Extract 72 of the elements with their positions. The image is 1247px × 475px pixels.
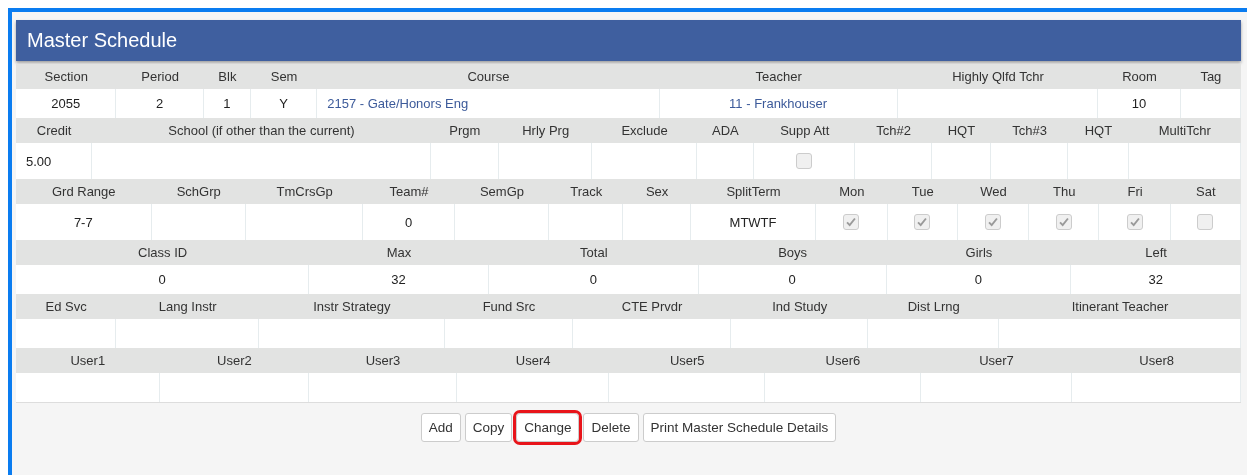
column-header: Sem (250, 64, 318, 89)
column-header: SchGrp (151, 179, 246, 204)
column-header: Fri (1099, 179, 1171, 204)
column-header: SemGp (454, 179, 550, 204)
column-header: School (if other than the current) (92, 118, 431, 143)
column-header: Exclude (592, 118, 697, 143)
action-button[interactable]: Delete (583, 413, 639, 442)
column-header: Ed Svc (16, 294, 117, 319)
action-button[interactable]: Copy (464, 413, 513, 442)
column-header: Sex (623, 179, 691, 204)
column-header: User1 (16, 348, 160, 373)
column-header: Itinerant Teacher (999, 294, 1241, 319)
column-header: Class ID (16, 240, 310, 265)
column-header: HQT (931, 118, 991, 143)
action-button[interactable]: Print Master Schedule Details (642, 413, 837, 442)
action-button[interactable]: Add (420, 413, 461, 442)
column-header: Supp Att (754, 118, 856, 143)
column-header: Section (16, 64, 117, 89)
record-link[interactable]: 2157 - Gate/Honors Eng (327, 96, 469, 111)
column-header: User3 (309, 348, 457, 373)
column-header: Max (309, 240, 489, 265)
column-header: Mon (816, 179, 888, 204)
column-header: ADA (696, 118, 754, 143)
column-header: User5 (609, 348, 766, 373)
column-header: User8 (1072, 348, 1241, 373)
column-header: Period (116, 64, 204, 89)
column-header: Room (1098, 64, 1181, 89)
checkbox[interactable] (914, 214, 931, 230)
column-header: Tue (887, 179, 958, 204)
column-header: Highly Qlfd Tchr (897, 64, 1099, 89)
column-header: Tag (1180, 64, 1241, 89)
column-header: Lang Instr (116, 294, 259, 319)
column-header: Total (488, 240, 699, 265)
column-header: User2 (159, 348, 310, 373)
column-header: Team# (363, 179, 455, 204)
column-header: Instr Strategy (259, 294, 445, 319)
column-header: Blk (203, 64, 251, 89)
column-header: HQT (1068, 118, 1129, 143)
column-header: Track (549, 179, 624, 204)
checkbox[interactable] (796, 153, 813, 169)
column-header: CTE Prvdr (573, 294, 731, 319)
column-header: Girls (886, 240, 1072, 265)
column-header: Boys (698, 240, 887, 265)
checkbox[interactable] (843, 214, 860, 230)
column-header: MultiTchr (1128, 118, 1241, 143)
checkbox[interactable] (1055, 214, 1072, 230)
column-header: Wed (957, 179, 1030, 204)
column-header: Hrly Prg (498, 118, 593, 143)
column-header: User6 (765, 348, 921, 373)
column-header: Grd Range (16, 179, 152, 204)
record-link[interactable]: 11 - Frankhouser (729, 96, 828, 111)
column-header: Sat (1170, 179, 1241, 204)
checkbox[interactable] (1197, 214, 1214, 230)
column-header: Credit (16, 118, 93, 143)
checkbox[interactable] (985, 214, 1001, 230)
column-header: Fund Src (444, 294, 574, 319)
column-header: Thu (1029, 179, 1100, 204)
checkbox[interactable] (1126, 214, 1143, 230)
column-header: User4 (456, 348, 610, 373)
column-header: Ind Study (730, 294, 869, 319)
column-header: Left (1071, 240, 1241, 265)
column-header: SplitTerm (690, 179, 817, 204)
column-header: Tch#2 (855, 118, 932, 143)
column-header: TmCrsGp (245, 179, 364, 204)
column-header: User7 (920, 348, 1073, 373)
column-header: Prgm (430, 118, 499, 143)
action-button[interactable]: Change (516, 413, 580, 442)
column-header: Teacher (659, 64, 898, 89)
column-header: Course (317, 64, 660, 89)
column-header: Dist Lrng (868, 294, 999, 319)
column-header: Tch#3 (990, 118, 1069, 143)
panel-title: Master Schedule (16, 20, 1241, 61)
